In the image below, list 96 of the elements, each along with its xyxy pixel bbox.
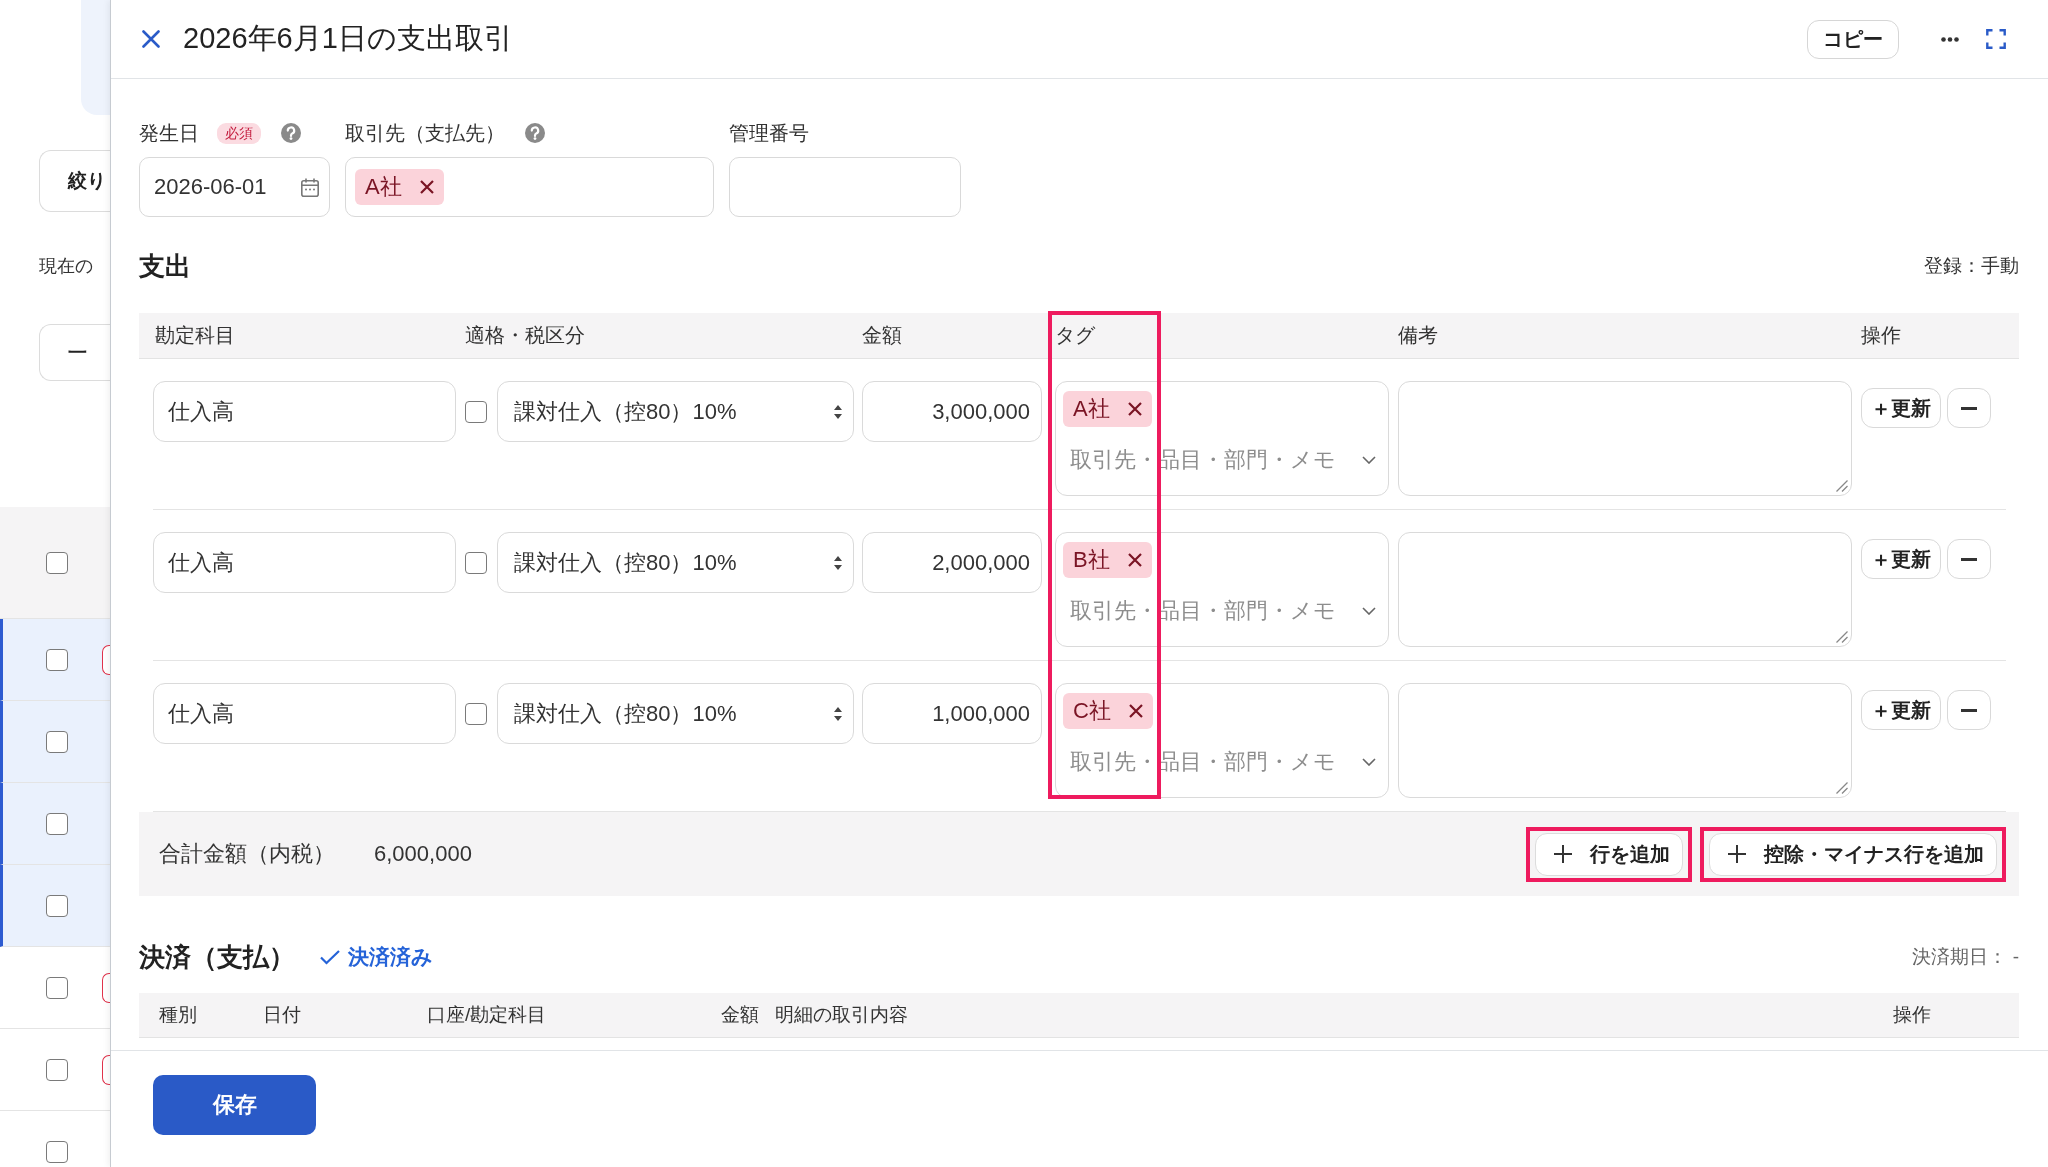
tax-category-select[interactable]: 課対仕入（控80）10% xyxy=(497,683,854,744)
column-header: 勘定科目 xyxy=(154,323,236,348)
date-field[interactable]: 2026-06-01 xyxy=(139,157,330,217)
memo-field[interactable] xyxy=(1398,683,1852,798)
filter-button[interactable]: 絞り xyxy=(39,150,110,212)
calendar-icon[interactable] xyxy=(301,178,319,197)
plus-icon xyxy=(1554,845,1572,863)
select-arrows-icon xyxy=(834,404,842,419)
total-label: 合計金額（内税） xyxy=(159,840,335,868)
total-amount: 6,000,000 xyxy=(374,841,472,867)
remove-icon[interactable] xyxy=(1127,402,1142,416)
memo-field[interactable] xyxy=(1398,381,1852,496)
field-label: 管理番号 xyxy=(729,120,809,146)
column-header: 操作 xyxy=(1893,1003,1931,1027)
checkbox[interactable] xyxy=(465,551,487,574)
amount-field[interactable]: 3,000,000 xyxy=(862,381,1042,442)
remove-icon[interactable] xyxy=(419,180,434,194)
save-button[interactable]: 保存 xyxy=(153,1075,316,1135)
more-icon[interactable] xyxy=(1941,36,1959,42)
select-arrows-icon xyxy=(834,706,842,721)
select-arrows-icon xyxy=(834,555,842,570)
section-heading: 決済（支払） xyxy=(139,940,295,974)
account-field[interactable]: 仕入高 xyxy=(153,381,456,442)
payment-status: 決済済み xyxy=(348,944,433,970)
expand-icon[interactable] xyxy=(1986,29,2006,49)
update-button[interactable]: ＋更新 xyxy=(1861,690,1941,730)
checkbox[interactable] xyxy=(465,702,487,725)
add-row-button[interactable]: 控除・マイナス行を追加 xyxy=(1709,832,1997,876)
bulk-button[interactable]: 一 xyxy=(39,324,110,381)
remove-icon[interactable] xyxy=(1128,704,1143,718)
column-header: 明細の取引内容 xyxy=(775,1003,909,1027)
tax-category-select[interactable]: 課対仕入（控80）10% xyxy=(497,381,854,442)
section-heading: 支出 xyxy=(139,249,191,283)
field-label: 取引先（支払先） xyxy=(345,120,505,146)
panel-title: 2026年6月1日の支出取引 xyxy=(183,21,513,56)
remove-icon[interactable] xyxy=(1127,553,1142,567)
checkbox[interactable] xyxy=(46,648,68,671)
update-button[interactable]: ＋更新 xyxy=(1861,539,1941,579)
chevron-down-icon[interactable] xyxy=(1362,607,1376,615)
check-icon xyxy=(320,949,340,965)
checkbox[interactable] xyxy=(46,730,68,753)
resize-handle-icon[interactable] xyxy=(1836,480,1848,492)
amount-field[interactable]: 2,000,000 xyxy=(862,532,1042,593)
remove-row-button[interactable] xyxy=(1947,690,1991,730)
checkbox[interactable] xyxy=(46,551,68,574)
update-button[interactable]: ＋更新 xyxy=(1861,388,1941,428)
registration-text: 登録：手動 xyxy=(1924,254,2019,278)
tag-label: A社 xyxy=(1073,395,1110,423)
minus-icon xyxy=(1961,557,1977,561)
checkbox[interactable] xyxy=(46,1058,68,1081)
list-row[interactable] xyxy=(0,619,110,701)
list-row[interactable] xyxy=(0,783,110,865)
checkbox[interactable] xyxy=(46,976,68,999)
list-row[interactable] xyxy=(0,865,110,947)
column-header: 日付 xyxy=(263,1003,302,1027)
partner-field[interactable]: A社 xyxy=(345,157,714,217)
amount-field[interactable]: 1,000,000 xyxy=(862,683,1042,744)
tag-label: C社 xyxy=(1073,697,1111,725)
checkbox[interactable] xyxy=(46,894,68,917)
required-badge: 必須 xyxy=(217,122,261,144)
column-header: 口座/勘定科目 xyxy=(427,1003,548,1027)
resize-handle-icon[interactable] xyxy=(1836,631,1848,643)
help-icon[interactable] xyxy=(525,123,545,143)
minus-icon xyxy=(1961,406,1977,410)
column-header: 操作 xyxy=(1861,323,1902,348)
help-icon[interactable] xyxy=(281,123,301,143)
tag-label: B社 xyxy=(1073,546,1110,574)
account-field[interactable]: 仕入高 xyxy=(153,532,456,593)
list-row[interactable] xyxy=(0,701,110,783)
remove-row-button[interactable] xyxy=(1947,539,1991,579)
minus-icon xyxy=(1961,708,1977,712)
due-date-text: 決済期日： - xyxy=(1912,945,2019,969)
memo-field[interactable] xyxy=(1398,532,1852,647)
add-row-button[interactable]: 行を追加 xyxy=(1535,832,1683,876)
checkbox[interactable] xyxy=(46,1140,68,1163)
checkbox[interactable] xyxy=(46,812,68,835)
remove-row-button[interactable] xyxy=(1947,388,1991,428)
tax-category-select[interactable]: 課対仕入（控80）10% xyxy=(497,532,854,593)
plus-icon xyxy=(1728,845,1746,863)
tag-label: A社 xyxy=(365,173,402,201)
status-text: 現在の xyxy=(39,255,93,278)
column-header: 金額 xyxy=(721,1003,760,1027)
chevron-down-icon[interactable] xyxy=(1362,758,1376,766)
field-label: 発生日 xyxy=(139,120,199,146)
column-header: 備考 xyxy=(1398,323,1439,348)
column-header: タグ xyxy=(1055,323,1096,348)
close-icon[interactable] xyxy=(142,30,160,48)
column-header: 種別 xyxy=(159,1003,198,1027)
copy-button[interactable]: コピー xyxy=(1807,19,1899,59)
column-header: 適格・税区分 xyxy=(465,323,586,348)
checkbox[interactable] xyxy=(465,400,487,423)
column-header: 金額 xyxy=(862,323,903,348)
account-field[interactable]: 仕入高 xyxy=(153,683,456,744)
chevron-down-icon[interactable] xyxy=(1362,456,1376,464)
resize-handle-icon[interactable] xyxy=(1836,782,1848,794)
text-field[interactable] xyxy=(729,157,961,217)
